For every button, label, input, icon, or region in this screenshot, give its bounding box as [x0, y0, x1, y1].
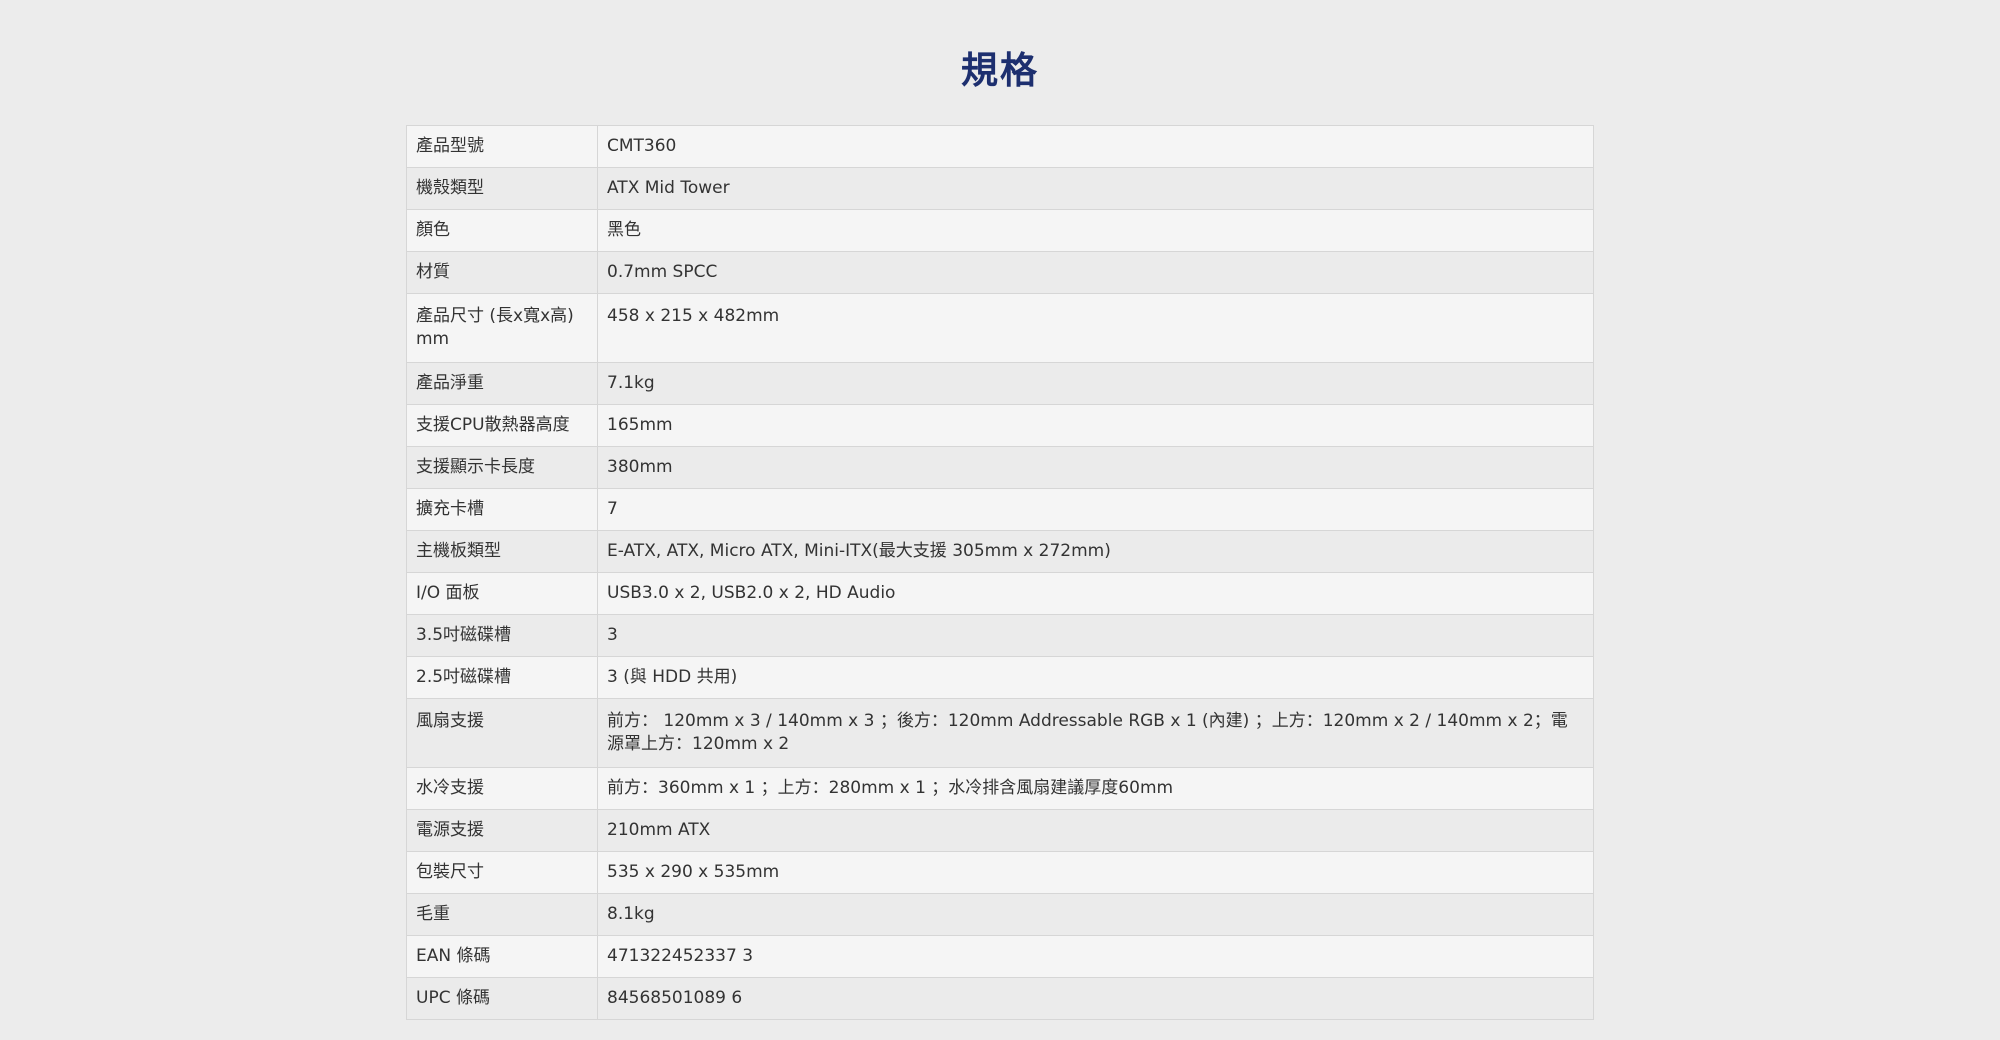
spec-value: 8.1kg — [597, 893, 1594, 936]
table-row: 包裝尺寸 535 x 290 x 535mm — [406, 851, 1594, 894]
spec-value: 458 x 215 x 482mm — [597, 293, 1594, 363]
spec-value: 210mm ATX — [597, 809, 1594, 852]
spec-label: 風扇支援 — [406, 698, 598, 768]
spec-label: 3.5吋磁碟槽 — [406, 614, 598, 657]
table-row: 產品尺寸 (長x寬x高) mm 458 x 215 x 482mm — [406, 293, 1594, 363]
table-row: 擴充卡槽 7 — [406, 488, 1594, 531]
spec-label: 主機板類型 — [406, 530, 598, 573]
table-row: 產品淨重 7.1kg — [406, 362, 1594, 405]
spec-label: 包裝尺寸 — [406, 851, 598, 894]
table-row: 支援CPU散熱器高度 165mm — [406, 404, 1594, 447]
spec-label: I/O 面板 — [406, 572, 598, 615]
page-title: 規格 — [961, 49, 1039, 92]
spec-value: 7 — [597, 488, 1594, 531]
table-row: 機殼類型 ATX Mid Tower — [406, 167, 1594, 210]
table-row: 支援顯示卡長度 380mm — [406, 446, 1594, 489]
spec-value: 前方：360mm x 1 ；上方：280mm x 1 ；水冷排含風扇建議厚度60… — [597, 767, 1594, 810]
table-row: 材質 0.7mm SPCC — [406, 251, 1594, 294]
spec-label: 產品尺寸 (長x寬x高) mm — [406, 293, 598, 363]
spec-label: UPC 條碼 — [406, 977, 598, 1020]
spec-value: CMT360 — [597, 125, 1594, 168]
spec-label: 支援CPU散熱器高度 — [406, 404, 598, 447]
spec-label: 支援顯示卡長度 — [406, 446, 598, 489]
spec-label: 擴充卡槽 — [406, 488, 598, 531]
table-row: 電源支援 210mm ATX — [406, 809, 1594, 852]
spec-label: 產品型號 — [406, 125, 598, 168]
spec-label: 2.5吋磁碟槽 — [406, 656, 598, 699]
table-row: 顏色 黑色 — [406, 209, 1594, 252]
spec-value: 0.7mm SPCC — [597, 251, 1594, 294]
spec-value: 3 — [597, 614, 1594, 657]
spec-label: 材質 — [406, 251, 598, 294]
table-row: UPC 條碼 84568501089 6 — [406, 977, 1594, 1020]
spec-label: 水冷支援 — [406, 767, 598, 810]
table-row: 2.5吋磁碟槽 3 (與 HDD 共用) — [406, 656, 1594, 699]
spec-table: 產品型號 CMT360 機殼類型 ATX Mid Tower 顏色 黑色 材質 … — [406, 125, 1594, 1020]
table-row: 風扇支援 前方： 120mm x 3 / 140mm x 3 ；後方：120mm… — [406, 698, 1594, 768]
table-row: 主機板類型 E-ATX, ATX, Micro ATX, Mini-ITX(最大… — [406, 530, 1594, 573]
table-row: 產品型號 CMT360 — [406, 125, 1594, 168]
spec-page: 規格 產品型號 CMT360 機殼類型 ATX Mid Tower 顏色 黑色 … — [0, 0, 2000, 1040]
table-row: EAN 條碼 471322452337 3 — [406, 935, 1594, 978]
spec-value: USB3.0 x 2, USB2.0 x 2, HD Audio — [597, 572, 1594, 615]
spec-label: 產品淨重 — [406, 362, 598, 405]
table-row: 毛重 8.1kg — [406, 893, 1594, 936]
spec-value: 3 (與 HDD 共用) — [597, 656, 1594, 699]
spec-value: 380mm — [597, 446, 1594, 489]
spec-value: ATX Mid Tower — [597, 167, 1594, 210]
table-row: 3.5吋磁碟槽 3 — [406, 614, 1594, 657]
spec-label: 顏色 — [406, 209, 598, 252]
spec-value: 前方： 120mm x 3 / 140mm x 3 ；後方：120mm Addr… — [597, 698, 1594, 768]
spec-label: 電源支援 — [406, 809, 598, 852]
spec-value: E-ATX, ATX, Micro ATX, Mini-ITX(最大支援 305… — [597, 530, 1594, 573]
spec-value: 7.1kg — [597, 362, 1594, 405]
table-row: I/O 面板 USB3.0 x 2, USB2.0 x 2, HD Audio — [406, 572, 1594, 615]
spec-value: 471322452337 3 — [597, 935, 1594, 978]
table-row: 水冷支援 前方：360mm x 1 ；上方：280mm x 1 ；水冷排含風扇建… — [406, 767, 1594, 810]
spec-value: 84568501089 6 — [597, 977, 1594, 1020]
spec-value: 黑色 — [597, 209, 1594, 252]
spec-value: 165mm — [597, 404, 1594, 447]
spec-table-body: 產品型號 CMT360 機殼類型 ATX Mid Tower 顏色 黑色 材質 … — [406, 125, 1594, 1020]
spec-value: 535 x 290 x 535mm — [597, 851, 1594, 894]
spec-label: EAN 條碼 — [406, 935, 598, 978]
spec-label: 機殼類型 — [406, 167, 598, 210]
spec-label: 毛重 — [406, 893, 598, 936]
